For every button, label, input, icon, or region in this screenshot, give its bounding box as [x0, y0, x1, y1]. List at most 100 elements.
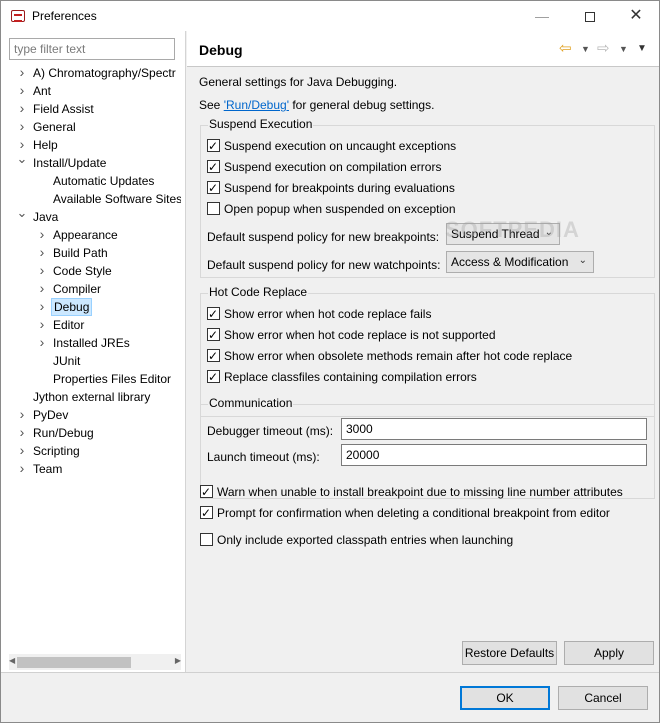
filter-input[interactable] [9, 38, 175, 60]
preference-page: Debug ⇦ ▼ ⇨ ▼ ▼ General settings for Jav… [187, 31, 659, 672]
checkbox-unchecked-icon[interactable] [200, 533, 213, 546]
breakpoint-policy-select[interactable]: Suspend Thread ⌄ [446, 223, 560, 245]
checkbox-label: Show error when obsolete methods remain … [224, 349, 573, 363]
dialog-button-bar: OK Cancel [1, 672, 659, 722]
checkbox-label: Suspend execution on compilation errors [224, 160, 442, 174]
tree-item-label: Scripting [33, 444, 80, 458]
checkbox-checked-icon[interactable] [207, 327, 220, 343]
scroll-right-icon[interactable]: ▶ [175, 656, 181, 665]
see-suffix: for general debug settings. [288, 98, 435, 112]
expand-chevron-icon[interactable]: › [36, 261, 48, 279]
expand-chevron-icon[interactable]: › [16, 459, 28, 477]
tree-item-label: Jython external library [33, 390, 151, 404]
tree-horizontal-scrollbar[interactable]: ◀ ▶ [9, 654, 181, 670]
cancel-button[interactable]: Cancel [558, 686, 648, 710]
back-dropdown-icon[interactable]: ▼ [581, 44, 590, 54]
maximize-icon [585, 12, 595, 23]
expand-chevron-icon[interactable]: › [16, 99, 28, 117]
forward-arrow-icon[interactable]: ⇨ [597, 39, 610, 57]
tree-item-label: Compiler [53, 282, 102, 296]
scroll-left-icon[interactable]: ◀ [9, 656, 15, 665]
breakpoint-policy-label: Default suspend policy for new breakpoin… [207, 230, 440, 244]
checkbox-checked-icon[interactable] [207, 180, 220, 196]
page-title: Debug [199, 42, 243, 58]
expand-chevron-icon[interactable]: › [36, 243, 48, 261]
checkbox-label: Suspend execution on uncaught exceptions [224, 139, 457, 153]
suspend-execution-group: Suspend Execution Suspend execution on u… [200, 117, 655, 278]
preferences-window: Preferences — ✕ › A) Chromatography/Spect… [0, 0, 660, 723]
ok-button[interactable]: OK [460, 686, 550, 710]
tree-item-label: Automatic Updates [53, 174, 155, 188]
back-arrow-icon[interactable]: ⇦ [559, 39, 572, 57]
collapse-chevron-icon[interactable]: ⌄ [16, 150, 28, 168]
tree-item-label: Available Software Sites [53, 192, 181, 206]
view-menu-icon[interactable]: ▼ [637, 43, 647, 54]
close-button[interactable]: ✕ [613, 1, 659, 31]
debugger-timeout-input[interactable] [341, 418, 647, 440]
page-header: Debug ⇦ ▼ ⇨ ▼ ▼ [187, 31, 659, 67]
selected-value: Suspend Thread [451, 227, 540, 241]
apply-button[interactable]: Apply [564, 641, 654, 665]
run-debug-link[interactable]: 'Run/Debug' [224, 98, 289, 112]
tree-item-label: Run/Debug [33, 426, 94, 440]
checkbox-label: Warn when unable to install breakpoint d… [217, 485, 623, 499]
expand-chevron-icon[interactable]: › [36, 333, 48, 351]
expand-chevron-icon[interactable]: › [16, 423, 28, 441]
collapse-chevron-icon[interactable]: ⌄ [16, 204, 28, 222]
checkbox-checked-icon[interactable] [207, 348, 220, 364]
see-prefix: See [199, 98, 224, 112]
tree-item-label: Code Style [53, 264, 112, 278]
checkbox-label: Open popup when suspended on exception [224, 202, 456, 216]
group-title: Communication [208, 396, 294, 410]
maximize-button[interactable] [567, 1, 613, 31]
expand-chevron-icon[interactable]: › [36, 315, 48, 333]
checkbox-checked-icon[interactable] [207, 138, 220, 154]
page-description: General settings for Java Debugging. [199, 75, 398, 89]
title-bar: Preferences — ✕ [1, 1, 659, 31]
launch-timeout-label: Launch timeout (ms): [207, 450, 320, 464]
checkbox-label: Replace classfiles containing compilatio… [224, 370, 477, 384]
checkbox-checked-icon[interactable] [200, 505, 213, 521]
tree-item-label: Help [33, 138, 58, 152]
tree-item-label: Editor [53, 318, 85, 332]
expand-chevron-icon[interactable]: › [16, 81, 28, 99]
group-title: Hot Code Replace [208, 285, 309, 299]
tree-item-label: Team [33, 462, 63, 476]
minimize-button[interactable]: — [519, 1, 565, 31]
checkbox-label: Prompt for confirmation when deleting a … [217, 506, 610, 520]
restore-defaults-button[interactable]: Restore Defaults [462, 641, 557, 665]
app-icon [11, 10, 25, 22]
forward-dropdown-icon[interactable]: ▼ [619, 44, 628, 54]
checkbox-checked-icon[interactable] [207, 159, 220, 175]
tree-item-label: General [33, 120, 76, 134]
expand-chevron-icon[interactable]: › [16, 405, 28, 423]
checkbox-label: Show error when hot code replace fails [224, 307, 432, 321]
expand-chevron-icon[interactable]: › [36, 297, 48, 315]
watchpoint-policy-select[interactable]: Access & Modification ⌄ [446, 251, 594, 273]
tree-item-label: Field Assist [33, 102, 94, 116]
tree-item-label: Install/Update [33, 156, 107, 170]
checkbox-checked-icon[interactable] [207, 306, 220, 322]
expand-chevron-icon[interactable]: › [16, 64, 28, 81]
tree-item-label: Installed JREs [53, 336, 130, 350]
chevron-down-icon: ⌄ [544, 227, 553, 238]
tree-item-label: Build Path [53, 246, 108, 260]
checkbox-label: Suspend for breakpoints during evaluatio… [224, 181, 455, 195]
expand-chevron-icon[interactable]: › [36, 279, 48, 297]
expand-chevron-icon[interactable]: › [16, 117, 28, 135]
checkbox-checked-icon[interactable] [207, 369, 220, 385]
checkbox-label: Show error when hot code replace is not … [224, 328, 496, 342]
group-title: Suspend Execution [208, 117, 314, 131]
expand-chevron-icon[interactable]: › [16, 441, 28, 459]
expand-chevron-icon[interactable]: › [36, 225, 48, 243]
tree-item-label: Appearance [53, 228, 118, 242]
scrollbar-thumb[interactable] [17, 657, 131, 668]
checkbox-unchecked-icon[interactable] [207, 202, 220, 215]
chevron-down-icon: ⌄ [578, 255, 587, 266]
launch-timeout-input[interactable] [341, 444, 647, 466]
checkbox-checked-icon[interactable] [200, 484, 213, 500]
checkbox-label: Only include exported classpath entries … [217, 533, 514, 547]
selected-value: Access & Modification [451, 255, 569, 269]
tree-item-label: Properties Files Editor [53, 372, 172, 386]
tree-item-label: Java [33, 210, 59, 224]
